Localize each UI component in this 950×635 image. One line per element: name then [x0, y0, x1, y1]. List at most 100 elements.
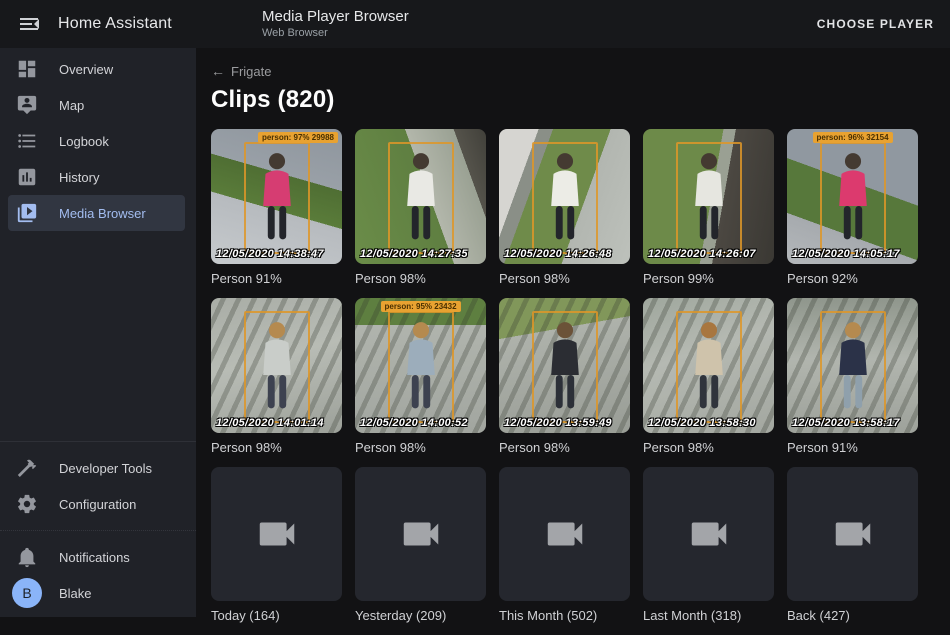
- breadcrumb-label: Frigate: [231, 64, 271, 79]
- detection-box: [820, 142, 886, 254]
- format-list-bulleted-icon: [16, 130, 38, 152]
- timestamp-overlay: 12/05/2020 13:59:49: [504, 417, 612, 429]
- video-camera-icon: [542, 511, 588, 557]
- clip-caption: Person 91%: [787, 440, 918, 455]
- clip-tile[interactable]: 12/05/2020 14:26:48 Person 98%: [499, 129, 630, 286]
- folder-thumbnail: [355, 467, 486, 601]
- folder-label: This Month (502): [499, 608, 630, 623]
- sidebar-item-configuration[interactable]: Configuration: [0, 486, 196, 522]
- media-browser-content: ← Frigate Clips (820) person: 97% 29988 …: [196, 48, 950, 617]
- timestamp-overlay: 12/05/2020 14:05:17: [792, 248, 900, 260]
- folder-label: Back (427): [787, 608, 918, 623]
- video-camera-icon: [686, 511, 732, 557]
- clip-tile[interactable]: person: 97% 29988 12/05/2020 14:38:47 Pe…: [211, 129, 342, 286]
- sidebar-item-overview[interactable]: Overview: [0, 51, 196, 87]
- detection-box: [388, 311, 454, 423]
- clip-thumbnail: 12/05/2020 14:26:48: [499, 129, 630, 264]
- clip-tile[interactable]: 12/05/2020 13:59:49 Person 98%: [499, 298, 630, 455]
- timestamp-overlay: 12/05/2020 14:01:14: [216, 417, 324, 429]
- menu-open-icon[interactable]: [17, 12, 41, 36]
- sidebar-item-label: Configuration: [59, 497, 136, 512]
- detection-label: person: 95% 23432: [380, 301, 460, 312]
- clip-thumbnail: 12/05/2020 14:26:07: [643, 129, 774, 264]
- timestamp-overlay: 12/05/2020 13:58:30: [648, 417, 756, 429]
- clip-thumbnail: person: 97% 29988 12/05/2020 14:38:47: [211, 129, 342, 264]
- folder-thumbnail: [211, 467, 342, 601]
- clip-tile[interactable]: 12/05/2020 13:58:17 Person 91%: [787, 298, 918, 455]
- page-subtitle: Web Browser: [262, 26, 409, 40]
- sidebar-item-media-browser[interactable]: Media Browser: [8, 195, 185, 231]
- folder-thumbnail: [499, 467, 630, 601]
- app-bar: Home Assistant Media Player Browser Web …: [0, 0, 950, 48]
- timestamp-overlay: 12/05/2020 14:00:52: [360, 417, 468, 429]
- sidebar-item-label: Notifications: [59, 550, 130, 565]
- detection-box: [388, 142, 454, 254]
- breadcrumb-back[interactable]: ← Frigate: [211, 63, 271, 79]
- detection-box: [676, 142, 742, 254]
- app-title: Home Assistant: [58, 15, 172, 33]
- sidebar-item-developer-tools[interactable]: Developer Tools: [0, 450, 196, 486]
- clip-tile[interactable]: 12/05/2020 14:26:07 Person 99%: [643, 129, 774, 286]
- page-title-clips: Clips (820): [211, 86, 934, 114]
- clip-thumbnail: person: 95% 23432 12/05/2020 14:00:52: [355, 298, 486, 433]
- clip-thumbnail: 12/05/2020 13:58:17: [787, 298, 918, 433]
- cog-icon: [16, 493, 38, 515]
- clip-caption: Person 98%: [499, 271, 630, 286]
- folder-label: Last Month (318): [643, 608, 774, 623]
- timestamp-overlay: 12/05/2020 14:26:48: [504, 248, 612, 260]
- clip-tile[interactable]: 12/05/2020 13:58:30 Person 98%: [643, 298, 774, 455]
- clip-caption: Person 92%: [787, 271, 918, 286]
- bell-icon: [16, 546, 38, 568]
- timestamp-overlay: 12/05/2020 14:38:47: [216, 248, 324, 260]
- choose-player-button[interactable]: CHOOSE PLAYER: [817, 0, 934, 48]
- clip-caption: Person 99%: [643, 271, 774, 286]
- timestamp-overlay: 12/05/2020 13:58:17: [792, 417, 900, 429]
- play-box-multiple-icon: [16, 202, 38, 224]
- video-camera-icon: [830, 511, 876, 557]
- tooltip-account-icon: [16, 94, 38, 116]
- folder-thumbnail: [643, 467, 774, 601]
- clip-caption: Person 98%: [211, 440, 342, 455]
- sidebar-item-user[interactable]: B Blake: [0, 575, 196, 611]
- user-name: Blake: [59, 586, 92, 601]
- folder-tile-yesterday[interactable]: Yesterday (209): [355, 467, 486, 623]
- clip-caption: Person 98%: [355, 271, 486, 286]
- video-camera-icon: [254, 511, 300, 557]
- sidebar-item-notifications[interactable]: Notifications: [0, 539, 196, 575]
- folder-tile-back[interactable]: Back (427): [787, 467, 918, 623]
- clips-grid: person: 97% 29988 12/05/2020 14:38:47 Pe…: [211, 129, 934, 635]
- sidebar-item-logbook[interactable]: Logbook: [0, 123, 196, 159]
- clip-tile[interactable]: 12/05/2020 14:01:14 Person 98%: [211, 298, 342, 455]
- sidebar-item-label: Developer Tools: [59, 461, 152, 476]
- clip-caption: Person 91%: [211, 271, 342, 286]
- sidebar-item-label: History: [59, 170, 99, 185]
- detection-box: [820, 311, 886, 423]
- detection-box: [244, 142, 310, 254]
- clip-caption: Person 98%: [355, 440, 486, 455]
- chart-box-icon: [16, 166, 38, 188]
- detection-box: [532, 311, 598, 423]
- folder-thumbnail: [787, 467, 918, 601]
- clip-tile[interactable]: person: 96% 32154 12/05/2020 14:05:17 Pe…: [787, 129, 918, 286]
- clip-thumbnail: 12/05/2020 14:27:35: [355, 129, 486, 264]
- sidebar-item-history[interactable]: History: [0, 159, 196, 195]
- detection-box: [532, 142, 598, 254]
- detection-box: [676, 311, 742, 423]
- video-camera-icon: [398, 511, 444, 557]
- timestamp-overlay: 12/05/2020 14:27:35: [360, 248, 468, 260]
- page-title: Media Player Browser: [262, 7, 409, 26]
- detection-box: [244, 311, 310, 423]
- clip-tile[interactable]: 12/05/2020 14:27:35 Person 98%: [355, 129, 486, 286]
- sidebar-item-label: Logbook: [59, 134, 109, 149]
- folder-tile-today[interactable]: Today (164): [211, 467, 342, 623]
- clip-thumbnail: 12/05/2020 14:01:14: [211, 298, 342, 433]
- sidebar-item-label: Media Browser: [59, 206, 146, 221]
- sidebar-item-label: Overview: [59, 62, 113, 77]
- folder-tile-last-month[interactable]: Last Month (318): [643, 467, 774, 623]
- arrow-left-icon: ←: [211, 63, 225, 79]
- folder-tile-this-month[interactable]: This Month (502): [499, 467, 630, 623]
- clip-tile[interactable]: person: 95% 23432 12/05/2020 14:00:52 Pe…: [355, 298, 486, 455]
- sidebar-item-map[interactable]: Map: [0, 87, 196, 123]
- view-dashboard-icon: [16, 58, 38, 80]
- hammer-icon: [16, 457, 38, 479]
